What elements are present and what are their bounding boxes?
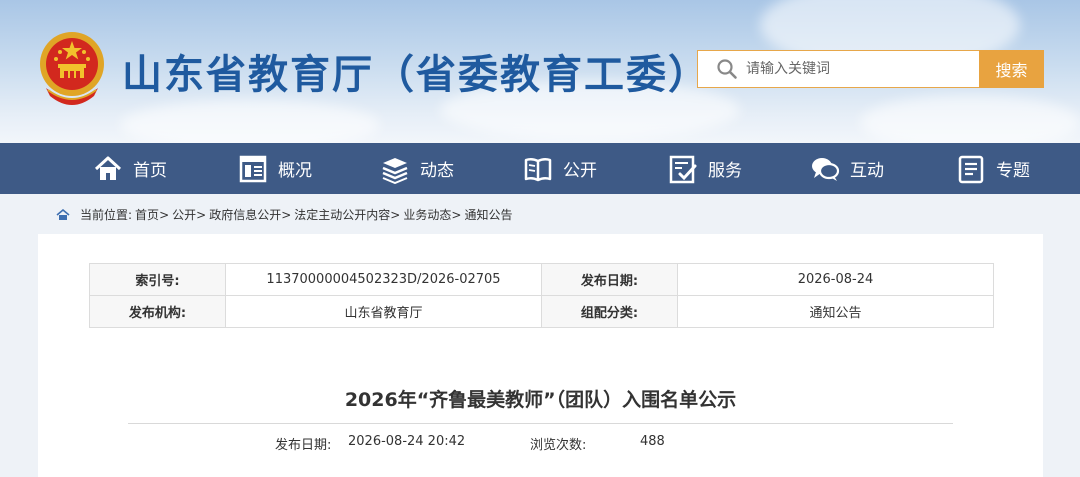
breadcrumb-item[interactable]: 公开 [172, 206, 196, 223]
overview-icon [239, 155, 267, 182]
table-row: 发布机构: 山东省教育厅 组配分类: 通知公告 [89, 295, 994, 328]
home-icon [56, 208, 70, 220]
breadcrumb-prefix: 当前位置: [80, 208, 133, 222]
index-label: 索引号: [89, 263, 226, 296]
breadcrumb-item[interactable]: 法定主动公开内容 [294, 206, 390, 223]
nav-item-label: 公开 [563, 161, 597, 181]
site-header: 山东省教育厅（省委教育工委） 搜索 [0, 0, 1080, 143]
breadcrumb-item[interactable]: 政府信息公开 [209, 206, 281, 223]
publish-date-value: 2026-08-24 20:42 [348, 434, 466, 449]
breadcrumb-separator: > [451, 207, 462, 222]
topic-icon [958, 155, 984, 183]
nav-item-interaction[interactable]: 互动 [810, 143, 884, 194]
org-label: 发布机构: [89, 295, 226, 328]
breadcrumb: 当前位置: 首页 > 公开 > 政府信息公开 > 法定主动公开内容 > 业务动态 > 通知… [56, 206, 512, 223]
nav-item-label: 概况 [278, 161, 312, 181]
category-label: 组配分类: [541, 295, 678, 328]
content-card: 索引号: 11370000004502323D/2026-02705 发布日期:… [38, 234, 1043, 477]
date-label: 发布日期: [541, 263, 678, 296]
main-nav: 首页 概况 动态 公开 服务 互动 专题 [0, 143, 1080, 194]
search-input[interactable] [746, 61, 966, 77]
news-icon [382, 157, 408, 184]
search-button[interactable]: 搜索 [979, 50, 1044, 88]
search-box [697, 50, 979, 88]
nav-item-label: 首页 [133, 161, 167, 181]
views-label: 浏览次数: [530, 438, 587, 453]
nav-item-service[interactable]: 服务 [668, 143, 742, 194]
search-icon [717, 59, 737, 79]
service-icon [669, 155, 697, 183]
nav-item-label: 互动 [850, 161, 884, 181]
metadata-table: 索引号: 11370000004502323D/2026-02705 发布日期:… [89, 263, 994, 328]
nav-item-home[interactable]: 首页 [93, 143, 167, 194]
category-value: 通知公告 [677, 295, 994, 328]
article-title: 2026年“齐鲁最美教师”（团队）入围名单公示 [344, 389, 737, 411]
home-icon [94, 156, 122, 180]
nav-item-topic[interactable]: 专题 [956, 143, 1030, 194]
cloud-decoration [860, 95, 1080, 143]
breadcrumb-item[interactable]: 首页 [135, 206, 159, 223]
national-emblem-icon [40, 32, 104, 105]
date-value: 2026-08-24 [677, 263, 994, 296]
nav-item-overview[interactable]: 概况 [238, 143, 312, 194]
divider [128, 423, 953, 424]
table-row: 索引号: 11370000004502323D/2026-02705 发布日期:… [89, 263, 994, 296]
nav-item-news[interactable]: 动态 [380, 143, 454, 194]
publish-date-label: 发布日期: [275, 438, 332, 453]
site-title: 山东省教育厅（省委教育工委） [122, 52, 710, 98]
breadcrumb-item[interactable]: 通知公告 [464, 206, 512, 223]
org-value: 山东省教育厅 [225, 295, 542, 328]
breadcrumb-separator: > [281, 207, 292, 222]
book-icon [524, 157, 552, 181]
nav-item-label: 动态 [420, 161, 454, 181]
views-count: 488 [640, 434, 665, 449]
nav-item-label: 服务 [708, 161, 742, 181]
chat-icon [812, 157, 840, 181]
breadcrumb-separator: > [390, 207, 401, 222]
nav-item-label: 专题 [996, 161, 1030, 181]
nav-item-open[interactable]: 公开 [523, 143, 597, 194]
breadcrumb-item[interactable]: 业务动态 [403, 206, 451, 223]
breadcrumb-separator: > [196, 207, 207, 222]
index-value: 11370000004502323D/2026-02705 [225, 263, 542, 296]
cloud-decoration [120, 100, 380, 143]
breadcrumb-separator: > [159, 207, 170, 222]
